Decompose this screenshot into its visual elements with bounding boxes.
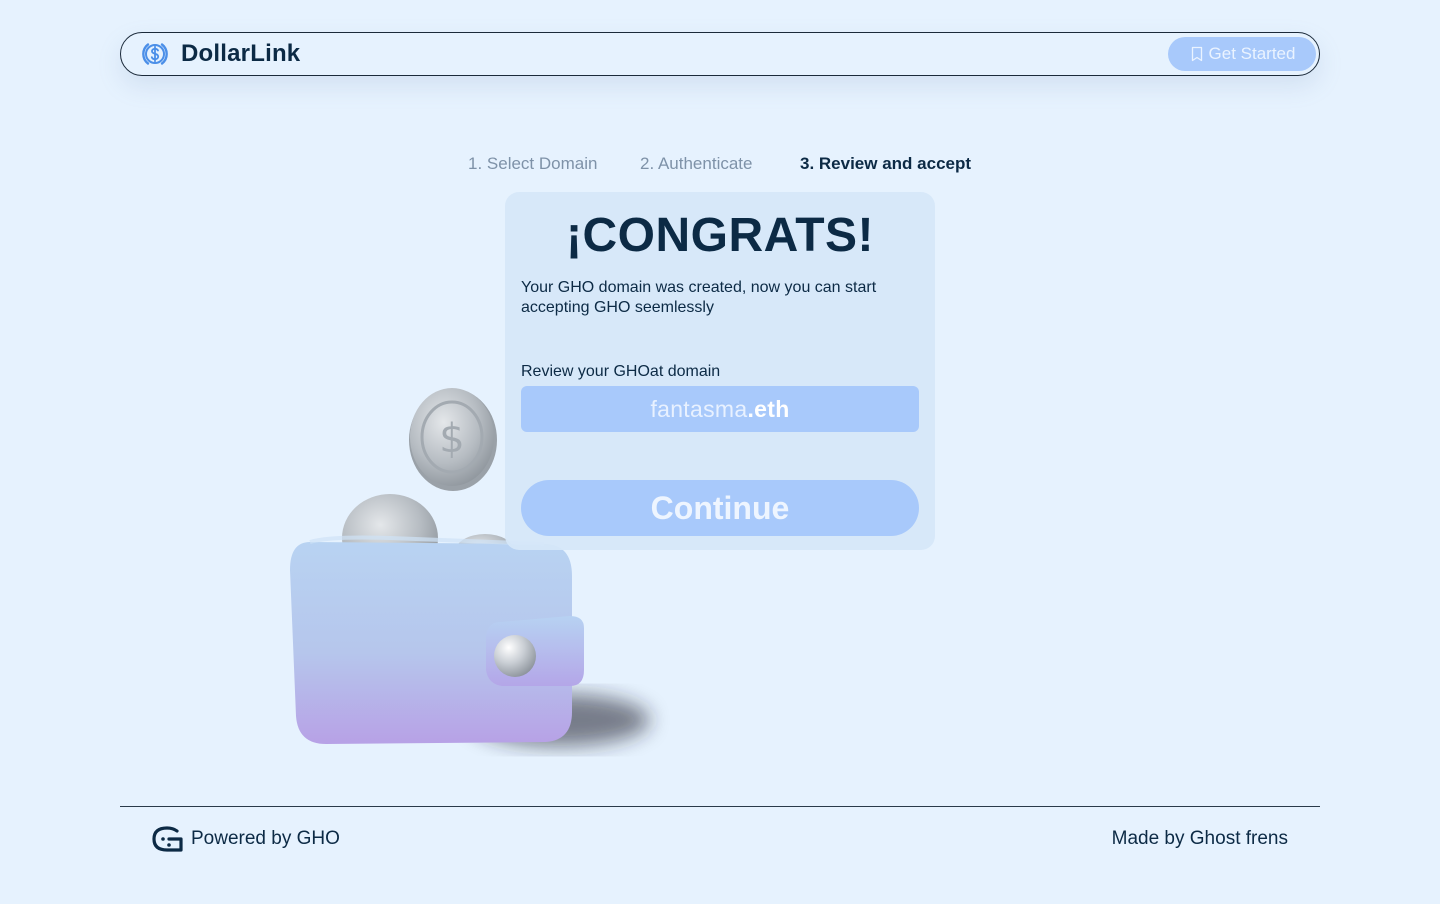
success-message: Your GHO domain was created, now you can… (521, 279, 877, 316)
step-authenticate[interactable]: 2. Authenticate (640, 154, 752, 174)
brand[interactable]: DollarLink (139, 38, 300, 70)
step-review-and-accept: 3. Review and accept (800, 154, 972, 173)
step-select-domain[interactable]: 1. Select Domain (468, 154, 597, 174)
made-by-text: Made by Ghost frens (1111, 828, 1288, 849)
congrats-heading: ¡CONGRATS! (565, 209, 875, 262)
svg-text:$: $ (439, 416, 464, 462)
review-domain-label: Review your GHOat domain (521, 363, 721, 380)
bookmark-icon (1191, 46, 1202, 62)
get-started-button[interactable]: Get Started (1168, 37, 1316, 71)
powered-by-text: Powered by GHO (191, 828, 340, 849)
continue-button[interactable]: Continue (521, 480, 919, 536)
progress-stepper: 1. Select Domain 2. Authenticate 3. Revi… (0, 154, 1440, 178)
floating-coin: $ (409, 388, 497, 491)
gho-logo-icon (152, 826, 183, 852)
footer-divider (120, 806, 1320, 807)
brand-name: DollarLink (181, 40, 301, 67)
congrats-card: ¡CONGRATS! Your GHO domain was created, … (505, 192, 935, 550)
top-navbar: DollarLink Get Started (120, 32, 1320, 76)
domain-tld: .eth (747, 395, 790, 422)
page: DollarLink Get Started 1. Select Domain … (0, 0, 1440, 904)
dollar-circle-icon (142, 43, 168, 65)
powered-by-gho[interactable]: Powered by GHO (152, 826, 340, 852)
get-started-label: Get Started (1208, 44, 1296, 63)
domain-name: fantasma (650, 395, 748, 422)
domain-display: fantasma .eth (521, 386, 919, 432)
